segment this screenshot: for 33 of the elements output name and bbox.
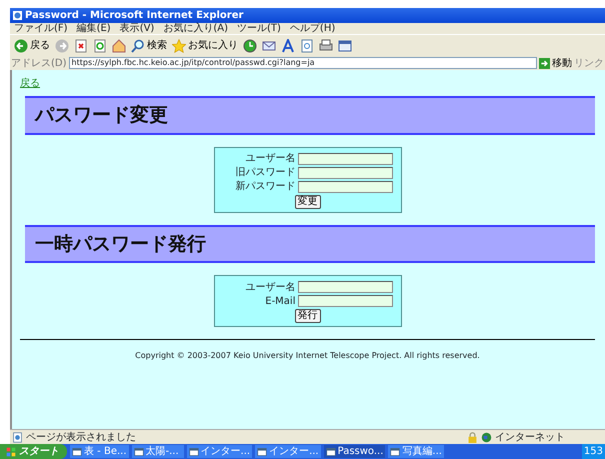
field-label: 新パスワード [236,181,296,192]
back-button[interactable]: 戻る [14,38,50,53]
address-label: アドレス(D) [11,56,67,70]
taskbar-button[interactable]: インター... [255,445,321,458]
submit-button[interactable]: 変更 [294,194,320,208]
section-heading: パスワード変更 [25,96,595,134]
taskbar-button[interactable]: 表 - Be... [70,445,129,458]
submit-button[interactable]: 発行 [294,309,320,323]
field-label: 旧パスワード [236,167,296,178]
menu-item[interactable]: お気に入り(A) [163,23,228,34]
status-text: ページが表示されました [26,430,136,444]
copyright-text: Copyright © 2003-2007 Keio University Internet Telescope Project. All rights reserved. [134,350,481,362]
menu-item[interactable]: ツール(T) [237,23,281,34]
field-label: E-Mail [265,296,296,306]
field-label: ユーザー名 [246,153,296,164]
back-link[interactable]: 戻る [20,78,40,89]
clock-text: 153 [584,445,603,459]
go-button[interactable]: 移動 [539,56,572,70]
menu-item[interactable]: 表示(V) [120,23,154,34]
menu-item[interactable]: ファイル(F) [14,23,68,34]
taskbar-button[interactable]: インター... [186,445,252,458]
field-label: ユーザー名 [246,282,296,292]
menu-item[interactable]: ヘルプ(H) [290,23,336,34]
taskbar-button[interactable]: 写真編... [388,445,444,458]
search-button[interactable]: 検索 [131,38,167,53]
section-heading: 一時パスワード発行 [25,224,595,263]
menu-item[interactable]: 編集(E) [76,23,111,34]
window-title: Password - Microsoft Internet Explorer [25,9,244,22]
taskbar-button[interactable]: 太陽-... [132,445,184,458]
taskbar-button[interactable]: Passwo... [324,445,386,458]
address-field[interactable]: https://sylph.fbc.hc.keio.ac.jp/itp/control/passwd.cgi?lang=ja [68,57,537,69]
zone-label: インターネット [495,430,565,444]
favorites-button[interactable]: お気に入り [172,38,238,53]
